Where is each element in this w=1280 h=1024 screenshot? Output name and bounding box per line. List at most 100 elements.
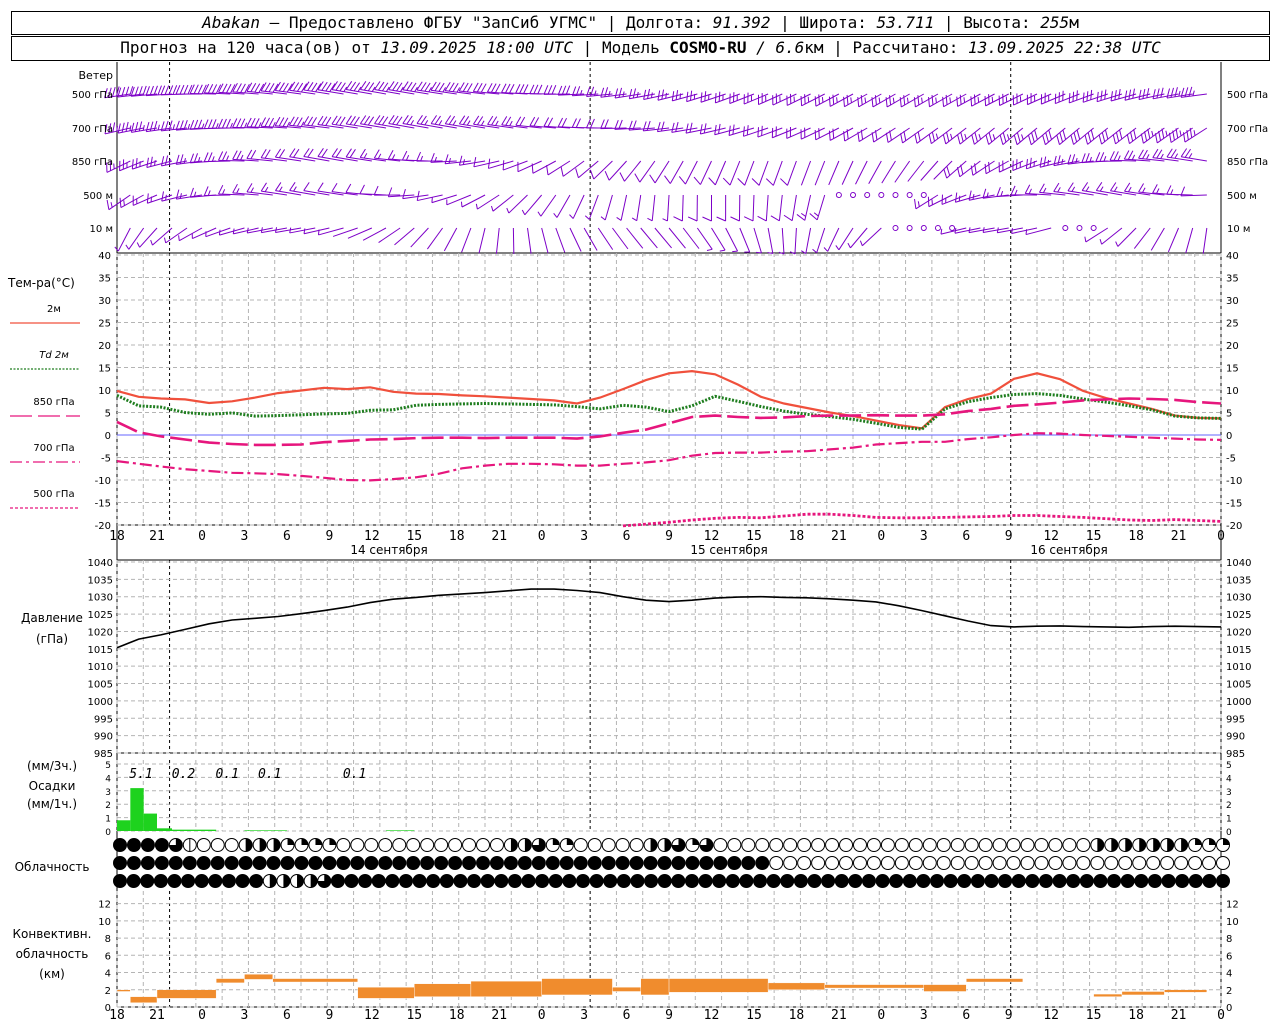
hour-tick-label: 18 — [789, 529, 805, 544]
wind-flag — [551, 85, 557, 95]
temp-ytick-right: -5 — [1226, 454, 1236, 465]
temp-ytick: 40 — [98, 251, 111, 262]
wind-barb — [478, 227, 486, 254]
hour-tick-label-bottom: 15 — [1086, 1008, 1102, 1023]
wind-barb — [1070, 127, 1094, 145]
cloud-fill-full — [1216, 874, 1230, 888]
wind-barb — [685, 122, 712, 134]
prec-ytick-right: 1 — [1226, 815, 1232, 825]
wind-flag — [770, 215, 780, 222]
wind-barb — [828, 160, 840, 186]
hour-tick-label-bottom: 12 — [704, 1008, 720, 1023]
cloud-fill-quarter — [566, 838, 574, 845]
cloud-circle-outline — [573, 838, 588, 852]
cloud-symbol — [126, 874, 141, 888]
cloud-symbol — [545, 856, 560, 870]
wind-flag — [1152, 184, 1158, 194]
wind-flag — [529, 116, 536, 126]
wind-barb — [402, 150, 429, 162]
wind-barb — [957, 127, 981, 145]
wind-barb — [984, 160, 1009, 175]
cloud-fill-full — [350, 856, 364, 870]
wind-flag — [743, 216, 754, 222]
wind-half-flag — [1075, 157, 1078, 164]
temp-series-line-4 — [622, 512, 1222, 528]
conv-cloud-bar — [1093, 993, 1123, 997]
wind-barb — [789, 227, 797, 255]
cloud-symbol — [140, 838, 155, 852]
wind-barb — [218, 227, 245, 236]
cloud-symbol — [712, 874, 727, 888]
cloud-symbol — [330, 874, 345, 888]
cloud-fill-full — [467, 874, 481, 888]
cloud-fill-full — [462, 856, 476, 870]
cloud-symbol — [266, 838, 281, 852]
cloud-symbol — [1052, 874, 1067, 888]
wind-flag — [1152, 89, 1156, 99]
wind-flag — [1138, 149, 1144, 159]
wind-calm — [1090, 225, 1097, 231]
wind-half-flag — [183, 157, 186, 164]
cloud-fill-full — [712, 874, 726, 888]
wind-barb — [246, 183, 273, 196]
hour-tick-label-bottom: 9 — [1005, 1008, 1013, 1023]
cloud-symbol — [378, 856, 393, 870]
wind-shaft — [772, 160, 783, 186]
cloud-symbol — [1048, 856, 1063, 870]
cloud-symbol — [1202, 874, 1217, 888]
cloud-circle-outline — [741, 838, 756, 852]
cloud-fill-full — [183, 856, 197, 870]
pres-ytick: 1025 — [88, 610, 113, 621]
wind-half-flag — [584, 215, 590, 220]
cloud-circle-outline — [811, 838, 826, 852]
pres-ytick-right: 985 — [1226, 749, 1245, 760]
cloud-fill-full — [1175, 874, 1189, 888]
wind-shaft — [868, 160, 882, 184]
wind-half-flag — [211, 156, 215, 162]
wind-flag — [288, 116, 295, 126]
wind-shaft — [624, 160, 642, 182]
cloud-circle-outline — [922, 838, 937, 852]
cloud-circle-outline — [1188, 856, 1203, 870]
wind-flag — [187, 84, 193, 95]
cloud-symbol — [1079, 874, 1094, 888]
cloud-circle-outline — [1132, 856, 1147, 870]
wind-flag — [146, 157, 149, 168]
cloud-symbol — [434, 838, 449, 852]
wind-shaft — [758, 160, 769, 186]
cloud-symbol — [811, 838, 826, 852]
conv-cloud-bar — [272, 978, 358, 983]
cloud-circle-outline — [797, 856, 812, 870]
hour-tick-label: 9 — [665, 529, 673, 544]
wind-half-flag — [278, 186, 283, 192]
wind-barb — [1056, 127, 1080, 146]
cloud-circle-outline — [964, 838, 979, 852]
wind-half-flag — [1142, 187, 1146, 193]
cloud-fill-full — [535, 874, 549, 888]
wind-barb — [941, 194, 967, 205]
cloud-symbol — [978, 856, 993, 870]
temp-ytick: -5 — [101, 454, 111, 465]
cloud-fill-full — [181, 874, 195, 888]
wind-flag — [618, 87, 623, 98]
cloud-symbol — [420, 838, 435, 852]
wind-flag — [1095, 152, 1101, 162]
wind-flag — [685, 123, 689, 134]
precip-3h-label: 0.1 — [343, 767, 366, 782]
wind-flag — [260, 117, 267, 127]
cloud-symbol — [657, 856, 672, 870]
wind-barb — [711, 227, 726, 252]
wind-barb — [1167, 227, 1180, 253]
wind-barb — [970, 160, 995, 176]
conv-ytick: 4 — [105, 969, 111, 980]
cloud-symbol — [453, 874, 468, 888]
cloud-fill-full — [211, 856, 225, 870]
meteogram-page: Abakan — Предоставлено ФГБУ "ЗапСиб УГМС… — [0, 0, 1280, 1024]
cloud-fill-half — [283, 874, 290, 888]
cloud-symbol — [113, 838, 127, 852]
wind-flag — [604, 119, 609, 129]
cloud-symbol — [507, 874, 522, 888]
pres-ytick-right: 1040 — [1226, 558, 1251, 569]
wind-flag — [1156, 88, 1160, 99]
conv-cloud-bar — [357, 986, 415, 999]
